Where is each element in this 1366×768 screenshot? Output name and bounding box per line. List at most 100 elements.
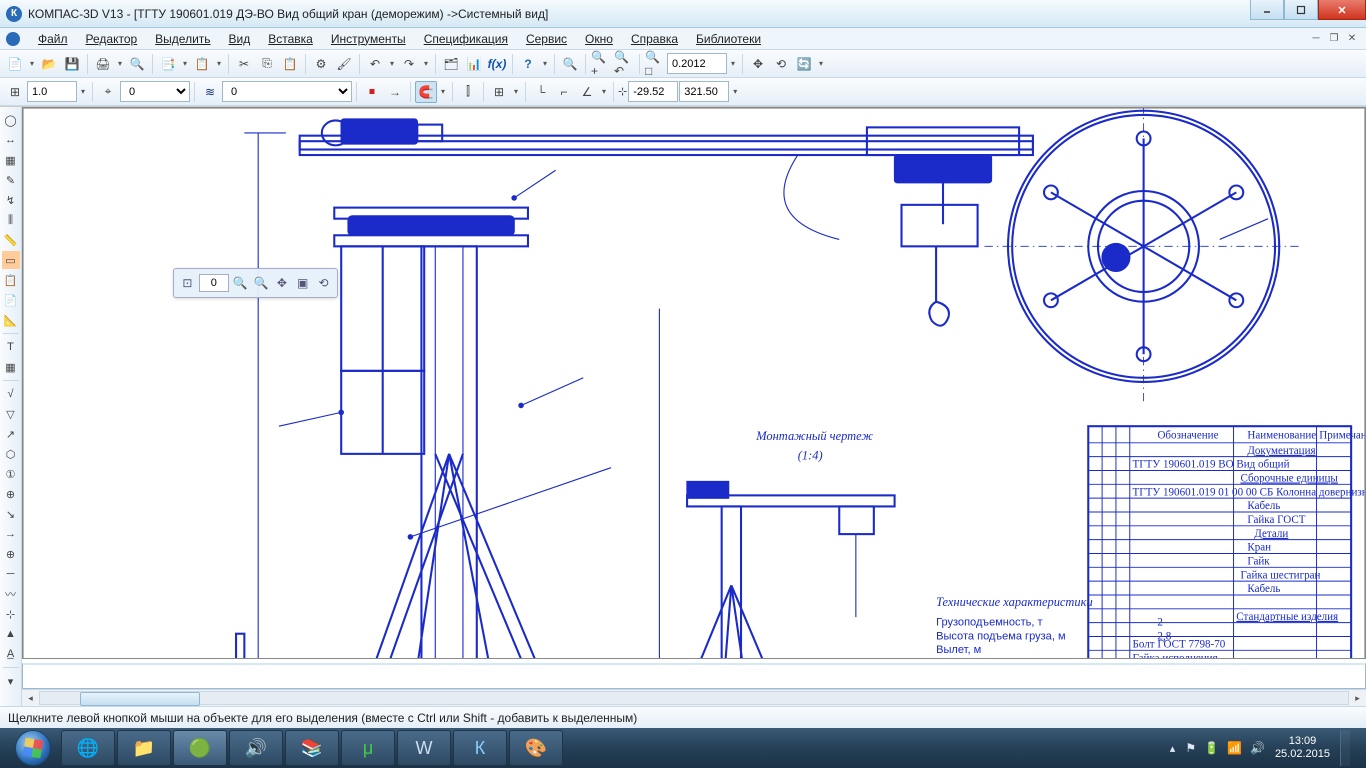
grid-step-button[interactable]: ⊞ <box>4 81 26 103</box>
float-zoom-in-icon[interactable]: 🔍 <box>231 272 250 294</box>
mdi-restore[interactable]: ❐ <box>1326 32 1342 46</box>
ortho-button[interactable]: └ <box>530 81 552 103</box>
tolerance-tool[interactable]: ⊕ <box>2 485 20 503</box>
text-tool[interactable]: ✎ <box>2 171 20 189</box>
mdi-minimize[interactable]: ─ <box>1308 32 1324 46</box>
undo-dropdown[interactable]: ▾ <box>387 59 397 68</box>
cut-line-tool[interactable]: ↘ <box>2 505 20 523</box>
menu-editor[interactable]: Редактор <box>78 30 146 48</box>
local-cs-button[interactable]: ⌖ <box>97 81 119 103</box>
print-dropdown[interactable]: ▾ <box>115 59 125 68</box>
grid-button[interactable]: ⊞ <box>488 81 510 103</box>
tray-battery-icon[interactable]: 🔋 <box>1204 741 1219 755</box>
undo-button[interactable]: ↶ <box>364 53 386 75</box>
library-button[interactable]: 🗂 <box>440 53 462 75</box>
snap-dropdown[interactable]: ▾ <box>438 87 448 96</box>
float-zoom-window-icon[interactable]: ⊡ <box>178 272 197 294</box>
float-view-toolbar[interactable]: ⊡ 🔍 🔍 ✥ ▣ ⟲ <box>173 268 338 298</box>
cond-tool[interactable]: ▲ <box>2 625 20 643</box>
coord-x-input[interactable] <box>628 81 678 102</box>
coord-dropdown[interactable]: ▾ <box>730 87 740 96</box>
insert-tool[interactable]: 📐 <box>2 311 20 329</box>
print-preview-button[interactable]: 🔍 <box>126 53 148 75</box>
menu-view[interactable]: Вид <box>221 30 259 48</box>
position-tool[interactable]: ① <box>2 465 20 483</box>
new-doc-dropdown[interactable]: ▾ <box>27 59 37 68</box>
view-dropdown[interactable]: ▾ <box>816 59 826 68</box>
angle-button[interactable]: ∠ <box>576 81 598 103</box>
tray-flag-icon[interactable]: ⚑ <box>1185 741 1196 755</box>
open-button[interactable]: 📂 <box>38 53 60 75</box>
linestyle-icon[interactable]: ≋ <box>199 81 221 103</box>
menu-spec[interactable]: Спецификация <box>416 30 516 48</box>
param-button[interactable]: ⫿ <box>457 81 479 103</box>
task-audio[interactable]: 🔊 <box>229 730 283 766</box>
select-tool[interactable]: ▭ <box>2 251 20 269</box>
hscroll-thumb[interactable] <box>80 692 200 706</box>
zoom-prev-button[interactable]: 🔍↶ <box>613 53 635 75</box>
menu-help[interactable]: Справка <box>623 30 686 48</box>
snap-toggle[interactable]: 🧲 <box>415 81 437 103</box>
menu-select[interactable]: Выделить <box>147 30 218 48</box>
zoom-dropdown[interactable]: ▾ <box>728 59 738 68</box>
page-dropdown[interactable]: ▾ <box>180 59 190 68</box>
base-tool[interactable]: ▽ <box>2 405 20 423</box>
zoom-select[interactable] <box>667 53 727 74</box>
cut-button[interactable]: ✂ <box>233 53 255 75</box>
step-dropdown[interactable]: ▾ <box>78 87 88 96</box>
spec-tool[interactable]: 📋 <box>2 271 20 289</box>
grid-dropdown[interactable]: ▾ <box>511 87 521 96</box>
text-t-tool[interactable]: T <box>2 338 20 356</box>
menu-service[interactable]: Сервис <box>518 30 575 48</box>
maximize-button[interactable] <box>1284 0 1318 20</box>
float-pan-icon[interactable]: ✥ <box>272 272 291 294</box>
stop-button[interactable]: ⏹ <box>361 81 383 103</box>
task-word[interactable]: W <box>397 730 451 766</box>
paste-button[interactable]: 📋 <box>279 53 301 75</box>
drawing-canvas[interactable]: Монтажный чертеж (1:4) <box>22 107 1366 659</box>
task-explorer[interactable]: 📁 <box>117 730 171 766</box>
axis-tool[interactable]: ─ <box>2 565 20 583</box>
param-tool[interactable]: ⫼ <box>2 211 20 229</box>
measure-tool[interactable]: 📏 <box>2 231 20 249</box>
task-utorrent[interactable]: μ <box>341 730 395 766</box>
start-button[interactable] <box>6 728 60 768</box>
show-desktop-button[interactable] <box>1340 730 1350 766</box>
report-tool[interactable]: 📄 <box>2 291 20 309</box>
redo-dropdown[interactable]: ▾ <box>421 59 431 68</box>
tray-volume-icon[interactable]: 🔊 <box>1250 741 1265 755</box>
variables-button[interactable]: 📊 <box>463 53 485 75</box>
menu-window[interactable]: Окно <box>577 30 621 48</box>
task-kompas[interactable]: К <box>453 730 507 766</box>
doc-manager-button[interactable]: 📋 <box>191 53 213 75</box>
float-fit-icon[interactable]: ▣ <box>293 272 312 294</box>
hscroll-left[interactable]: ◂ <box>22 691 39 705</box>
redo-button[interactable]: ↷ <box>398 53 420 75</box>
geometry-tool[interactable]: ◯ <box>2 111 20 129</box>
edit-tool[interactable]: ↯ <box>2 191 20 209</box>
close-button[interactable] <box>1318 0 1366 20</box>
menu-file[interactable]: Файл <box>30 30 76 48</box>
new-doc-button[interactable]: 📄 <box>4 53 26 75</box>
task-paint[interactable]: 🎨 <box>509 730 563 766</box>
command-input-strip[interactable] <box>22 663 1366 689</box>
menu-insert[interactable]: Вставка <box>260 30 321 48</box>
zoom-window-button[interactable]: 🔍 <box>559 53 581 75</box>
refresh-button[interactable]: 🔄 <box>793 53 815 75</box>
round-button[interactable]: ⌐ <box>553 81 575 103</box>
properties-button[interactable]: ⚙ <box>310 53 332 75</box>
minimize-button[interactable] <box>1250 0 1284 20</box>
task-chrome[interactable]: 🟢 <box>173 730 227 766</box>
save-button[interactable]: 💾 <box>61 53 83 75</box>
brand-tool[interactable]: ⬡ <box>2 445 20 463</box>
help-button[interactable]: ? <box>517 53 539 75</box>
help-dropdown[interactable]: ▾ <box>540 59 550 68</box>
roughness-tool[interactable]: √ <box>2 385 20 403</box>
multi-text-tool[interactable]: A̲ <box>2 645 20 663</box>
table-tool[interactable]: ▦ <box>2 358 20 376</box>
horizontal-scrollbar[interactable]: ◂ ▸ <box>22 689 1366 706</box>
layer-select[interactable]: 0 <box>120 81 190 102</box>
center-tool[interactable]: ⊕ <box>2 545 20 563</box>
mdi-close[interactable]: ✕ <box>1344 32 1360 46</box>
step-input[interactable] <box>27 81 77 102</box>
